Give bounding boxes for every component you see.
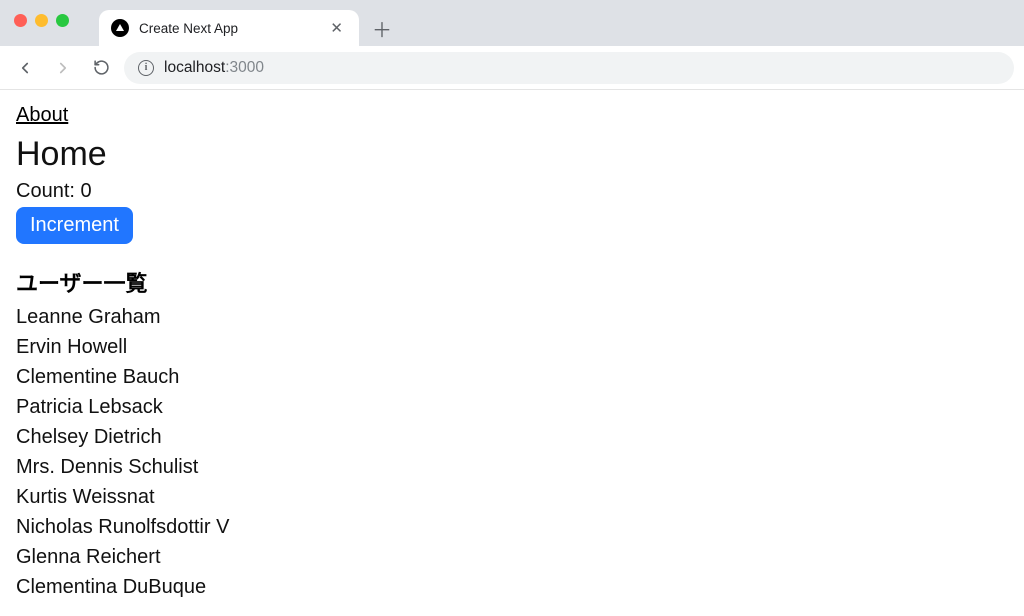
window-minimize-icon[interactable]: [35, 14, 48, 27]
browser-tab-strip: Create Next App ✕ ＋: [0, 0, 1024, 46]
reload-button[interactable]: [86, 53, 116, 83]
count-display: Count: 0: [16, 180, 1008, 203]
page-content: About Home Count: 0 Increment ユーザー一覧 Lea…: [0, 90, 1024, 616]
window-controls: [14, 14, 69, 27]
list-item: Ervin Howell: [16, 332, 1008, 362]
about-link[interactable]: About: [16, 104, 68, 127]
list-item: Patricia Lebsack: [16, 392, 1008, 422]
tab-close-icon[interactable]: ✕: [326, 19, 347, 38]
tab-title: Create Next App: [139, 21, 316, 36]
favicon-icon: [111, 19, 129, 37]
count-value: 0: [80, 180, 91, 202]
browser-tab[interactable]: Create Next App ✕: [99, 10, 359, 46]
count-label: Count:: [16, 180, 80, 202]
window-close-icon[interactable]: [14, 14, 27, 27]
url-display: localhost:3000: [164, 59, 264, 77]
window-maximize-icon[interactable]: [56, 14, 69, 27]
increment-button[interactable]: Increment: [16, 207, 133, 244]
list-item: Glenna Reichert: [16, 542, 1008, 572]
forward-button[interactable]: [48, 53, 78, 83]
new-tab-button[interactable]: ＋: [367, 13, 397, 43]
user-list: Leanne Graham Ervin Howell Clementine Ba…: [16, 302, 1008, 602]
list-item: Clementine Bauch: [16, 362, 1008, 392]
list-item: Nicholas Runolfsdottir V: [16, 512, 1008, 542]
address-bar[interactable]: i localhost:3000: [124, 52, 1014, 84]
browser-toolbar: i localhost:3000: [0, 46, 1024, 90]
list-item: Kurtis Weissnat: [16, 482, 1008, 512]
url-host: localhost: [164, 59, 225, 76]
list-item: Clementina DuBuque: [16, 572, 1008, 602]
users-heading: ユーザー一覧: [16, 266, 1008, 298]
site-info-icon[interactable]: i: [138, 60, 154, 76]
back-button[interactable]: [10, 53, 40, 83]
list-item: Chelsey Dietrich: [16, 422, 1008, 452]
list-item: Leanne Graham: [16, 302, 1008, 332]
url-port: :3000: [225, 59, 264, 76]
page-title: Home: [16, 135, 1008, 174]
list-item: Mrs. Dennis Schulist: [16, 452, 1008, 482]
